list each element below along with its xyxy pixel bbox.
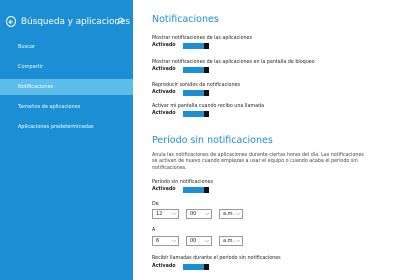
toggle-row: Activado <box>152 66 209 73</box>
sidebar-item-notificaciones[interactable]: Notificaciones <box>0 79 133 95</box>
toggle-row: Activado <box>152 263 209 270</box>
lockscreen-notifications-toggle[interactable] <box>183 66 209 73</box>
toggle-row: Activado <box>152 110 209 117</box>
wake-screen-toggle[interactable] <box>183 110 209 117</box>
setting-label: Recibir llamadas durante el período sin … <box>152 256 281 261</box>
sidebar: Búsqueda y aplicaciones Buscar Compartir… <box>0 0 133 280</box>
to-minute-select[interactable]: 00 ⌵ <box>186 236 212 246</box>
toggle-state: Activado <box>152 187 176 192</box>
sidebar-title: Búsqueda y aplicaciones <box>20 16 130 27</box>
from-hour-select[interactable]: 12 ⌵ <box>152 209 179 219</box>
sidebar-item-compartir[interactable]: Compartir <box>0 59 133 75</box>
arrow-left-icon <box>8 19 13 24</box>
sidebar-header: Búsqueda y aplicaciones <box>6 16 130 27</box>
notifications-heading: Notificaciones <box>152 14 219 25</box>
select-value: 00 <box>190 211 197 217</box>
quiet-hours-description: Anula las notificaciones de aplicaciones… <box>152 153 364 171</box>
show-notifications-toggle[interactable] <box>183 42 209 49</box>
search-icon[interactable] <box>116 17 124 25</box>
from-ampm-select[interactable]: a.m. ⌵ <box>219 209 243 219</box>
sidebar-item-tamanos[interactable]: Tamaños de aplicaciones <box>0 99 133 115</box>
select-value: a.m. <box>223 238 235 244</box>
quiet-hours-toggle[interactable] <box>183 186 209 193</box>
select-value: 12 <box>156 211 163 217</box>
to-label: A <box>152 228 156 233</box>
from-label: De <box>152 202 159 207</box>
chevron-down-icon: ⌵ <box>236 211 240 217</box>
chevron-down-icon: ⌵ <box>172 211 176 217</box>
toggle-state: Activado <box>152 111 176 116</box>
to-ampm-select[interactable]: a.m. ⌵ <box>219 236 243 246</box>
main-content: Notificaciones Mostrar notificaciones de… <box>152 0 414 280</box>
toggle-state: Activado <box>152 264 176 269</box>
chevron-down-icon: ⌵ <box>172 238 176 244</box>
toggle-state: Activado <box>152 43 176 48</box>
toggle-state: Activado <box>152 90 176 95</box>
notification-sounds-toggle[interactable] <box>183 89 209 96</box>
sidebar-item-predeterminadas[interactable]: Aplicaciones predeterminadas <box>0 119 133 135</box>
to-hour-select[interactable]: 6 ⌵ <box>152 236 179 246</box>
toggle-row: Activado <box>152 89 209 96</box>
toggle-row: Activado <box>152 42 209 49</box>
chevron-down-icon: ⌵ <box>205 238 209 244</box>
calls-during-quiet-hours-toggle[interactable] <box>183 263 209 270</box>
toggle-row: Activado <box>152 186 209 193</box>
chevron-down-icon: ⌵ <box>205 211 209 217</box>
quiet-hours-heading: Período sin notificaciones <box>152 135 273 146</box>
chevron-down-icon: ⌵ <box>236 238 240 244</box>
select-value: 00 <box>190 238 197 244</box>
toggle-state: Activado <box>152 67 176 72</box>
select-value: 6 <box>156 238 160 244</box>
back-button[interactable] <box>6 16 16 27</box>
sidebar-list: Buscar Compartir Notificaciones Tamaños … <box>0 39 133 135</box>
from-minute-select[interactable]: 00 ⌵ <box>186 209 212 219</box>
sidebar-item-buscar[interactable]: Buscar <box>0 39 133 55</box>
select-value: a.m. <box>223 211 235 217</box>
